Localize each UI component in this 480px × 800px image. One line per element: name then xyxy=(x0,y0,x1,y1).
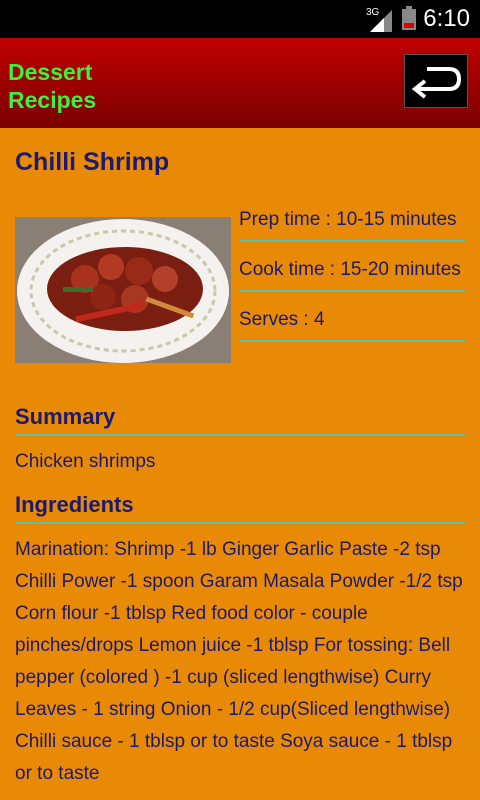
clock: 6:10 xyxy=(423,5,470,32)
prep-time: Prep time : 10-15 minutes xyxy=(239,206,465,242)
app-bar: Dessert Recipes xyxy=(0,38,480,128)
summary-section: Summary Chicken shrimps xyxy=(15,404,465,478)
status-bar: 3G 6:10 xyxy=(0,0,480,38)
serves: Serves : 4 xyxy=(239,306,465,342)
back-button[interactable] xyxy=(404,54,468,108)
svg-text:3G: 3G xyxy=(366,7,380,18)
battery-icon xyxy=(402,6,416,30)
recipe-content: Chilli Shrimp Prep time : 10-15 minutes … xyxy=(0,128,480,800)
summary-text: Chicken shrimps xyxy=(15,451,156,472)
app-title: Dessert Recipes xyxy=(8,59,97,113)
summary-heading: Summary xyxy=(15,404,465,436)
ingredients-heading: Ingredients xyxy=(15,492,465,524)
ingredients-section: Ingredients Marination: Shrimp -1 lb Gin… xyxy=(15,492,465,790)
signal-icon: 3G xyxy=(366,7,392,32)
ingredients-text: Marination: Shrimp -1 lb Ginger Garlic P… xyxy=(15,539,463,784)
recipe-title: Chilli Shrimp xyxy=(15,148,170,176)
cook-time: Cook time : 15-20 minutes xyxy=(239,256,465,292)
recipe-info: Prep time : 10-15 minutes Cook time : 15… xyxy=(239,206,465,356)
back-arrow-icon xyxy=(411,67,462,99)
recipe-photo xyxy=(15,217,231,363)
